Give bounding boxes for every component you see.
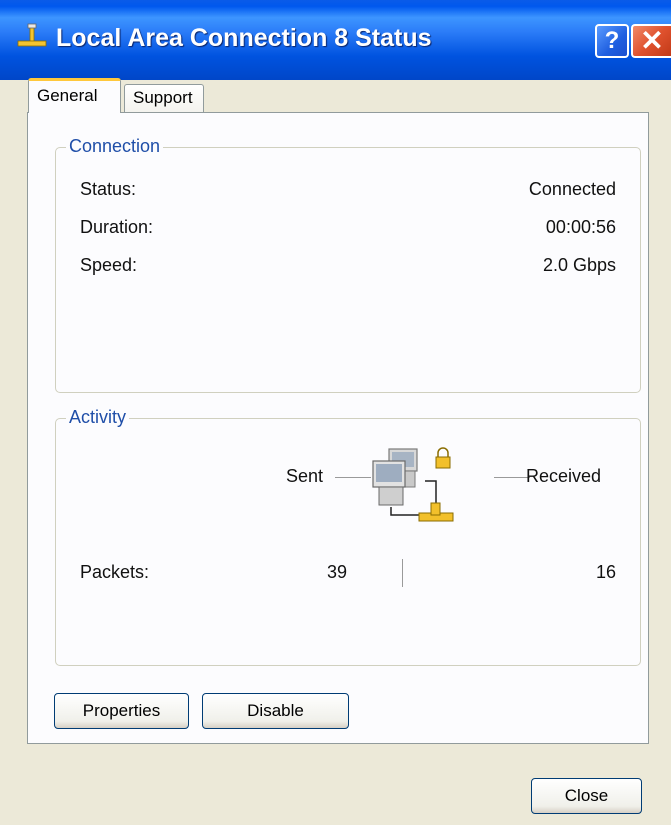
network-connection-icon xyxy=(17,23,47,47)
received-label: Received xyxy=(526,466,602,486)
close-button[interactable]: Close xyxy=(531,778,642,814)
duration-label: Duration: xyxy=(80,217,154,237)
help-button[interactable]: ? xyxy=(595,24,629,58)
status-label: Status: xyxy=(80,179,137,199)
packets-divider xyxy=(402,559,403,587)
title-bar[interactable]: Local Area Connection 8 Status ? ✕ xyxy=(0,0,671,80)
packets-sent-value: 39 xyxy=(326,562,347,582)
tab-general[interactable]: General xyxy=(28,78,121,113)
disable-button[interactable]: Disable xyxy=(202,693,349,729)
general-tab-panel: Connection Status: Connected Duration: 0… xyxy=(27,112,649,744)
network-computers-icon xyxy=(372,447,454,522)
received-divider xyxy=(494,477,530,478)
packets-received-value: 16 xyxy=(595,562,616,582)
speed-value: 2.0 Gbps xyxy=(542,255,616,275)
tab-support[interactable]: Support xyxy=(124,84,204,112)
properties-button[interactable]: Properties xyxy=(54,693,189,729)
packets-label: Packets: xyxy=(80,562,150,582)
close-window-button[interactable]: ✕ xyxy=(631,24,671,58)
status-value: Connected xyxy=(528,179,616,199)
window-title: Local Area Connection 8 Status xyxy=(56,24,432,52)
connection-legend: Connection xyxy=(66,135,164,157)
duration-value: 00:00:56 xyxy=(545,217,616,237)
status-dialog: Local Area Connection 8 Status ? ✕ Gener… xyxy=(0,0,671,825)
activity-legend: Activity xyxy=(66,406,130,428)
speed-label: Speed: xyxy=(80,255,138,275)
activity-group: Activity Sent Received Packets: 39 16 xyxy=(55,406,641,666)
sent-label: Sent xyxy=(285,466,323,486)
connection-group: Connection Status: Connected Duration: 0… xyxy=(55,135,641,393)
